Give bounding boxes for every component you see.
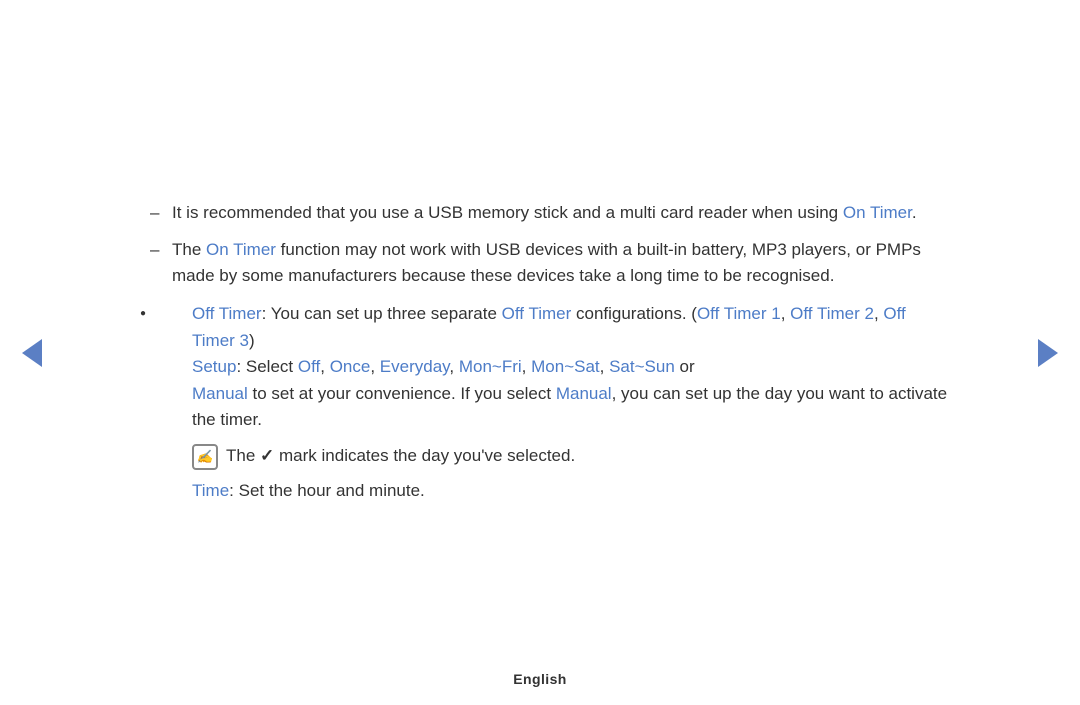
list-item: The On Timer function may not work with … (150, 237, 950, 290)
off-timer-2-link: Off Timer 2 (790, 304, 874, 323)
comma2: , (874, 304, 883, 323)
monfri-option: Mon~Fri (459, 357, 522, 376)
off-timer-line1: Off Timer: You can set up three separate… (192, 301, 950, 354)
next-page-button[interactable] (1034, 339, 1062, 367)
everyday-option: Everyday (380, 357, 450, 376)
left-arrow-icon (22, 339, 42, 367)
bullet-content: Off Timer: You can set up three separate… (192, 301, 950, 504)
off-option: Off (298, 357, 320, 376)
note-icon: ✍ (192, 444, 218, 470)
prev-page-button[interactable] (18, 339, 46, 367)
setup-label: Setup (192, 357, 236, 376)
content-area: It is recommended that you use a USB mem… (130, 170, 950, 534)
once-option: Once (330, 357, 371, 376)
checkmark-symbol: ✓ (260, 446, 274, 465)
off-timer-text1: : You can set up three separate (262, 304, 502, 323)
on-timer-link-2: On Timer (206, 240, 276, 259)
off-timer-1-link: Off Timer 1 (697, 304, 781, 323)
dash-item-2-text: The On Timer function may not work with … (172, 240, 921, 285)
sep2: , (370, 357, 379, 376)
footer-language-label: English (513, 671, 567, 687)
dash-item-1-text: It is recommended that you use a USB mem… (172, 203, 917, 222)
time-line: Time: Set the hour and minute. (192, 478, 950, 504)
sep5: , (600, 357, 609, 376)
bullet-list: Off Timer: You can set up three separate… (130, 301, 950, 504)
off-timer-text2: configurations. ( (571, 304, 697, 323)
manual-link-1: Manual (192, 384, 248, 403)
sep4: , (522, 357, 531, 376)
sep3: , (449, 357, 458, 376)
setup-text1: : Select (236, 357, 297, 376)
on-timer-link-1: On Timer (843, 203, 912, 222)
setup-line: Setup: Select Off, Once, Everyday, Mon~F… (192, 354, 950, 380)
manual-line: Manual to set at your convenience. If yo… (192, 381, 950, 434)
list-item: It is recommended that you use a USB mem… (150, 200, 950, 226)
note-block: ✍ The ✓ mark indicates the day you've se… (192, 443, 950, 470)
time-label: Time (192, 481, 229, 500)
close-paren: ) (249, 331, 255, 350)
list-item: Off Timer: You can set up three separate… (140, 301, 950, 504)
monsat-option: Mon~Sat (531, 357, 600, 376)
off-timer-label: Off Timer (192, 304, 262, 323)
dash-list: It is recommended that you use a USB mem… (130, 200, 950, 289)
or-text: or (675, 357, 695, 376)
time-text: : Set the hour and minute. (229, 481, 425, 500)
page-container: It is recommended that you use a USB mem… (0, 0, 1080, 705)
comma1: , (781, 304, 790, 323)
manual-text1: to set at your convenience. If you selec… (248, 384, 556, 403)
off-timer-link: Off Timer (502, 304, 572, 323)
satsun-option: Sat~Sun (609, 357, 675, 376)
note-text: The ✓ mark indicates the day you've sele… (226, 443, 950, 469)
right-arrow-icon (1038, 339, 1058, 367)
manual-link-2: Manual (556, 384, 612, 403)
sep1: , (320, 357, 329, 376)
